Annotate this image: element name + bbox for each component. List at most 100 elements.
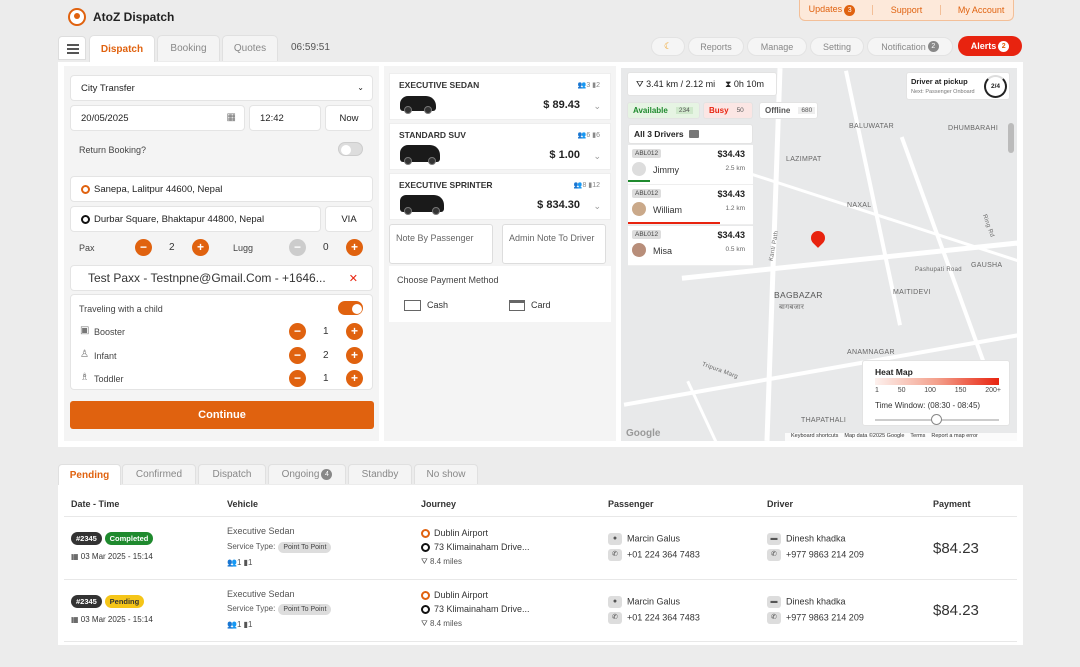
infant-label: Infant bbox=[94, 351, 117, 361]
pax-plus-button[interactable]: + bbox=[192, 239, 209, 256]
menu-button[interactable] bbox=[58, 36, 86, 60]
now-button[interactable]: Now bbox=[325, 105, 373, 131]
filter-icon[interactable] bbox=[688, 130, 699, 138]
phone-icon: ✆ bbox=[767, 549, 781, 561]
toddler-icon: ♗ bbox=[80, 372, 89, 383]
toddler-value: 1 bbox=[323, 373, 329, 384]
cash-option[interactable]: Cash bbox=[404, 300, 448, 312]
booster-plus-button[interactable]: + bbox=[346, 323, 363, 340]
transfer-type-select[interactable]: City Transfer ⌄ bbox=[70, 75, 373, 101]
lugg-plus-button[interactable]: + bbox=[346, 239, 363, 256]
tab-no-show[interactable]: No show bbox=[414, 464, 478, 484]
booster-minus-button[interactable]: − bbox=[289, 323, 306, 340]
date-field[interactable]: 20/05/2025 ▦ bbox=[70, 105, 245, 131]
vehicle-price: $ 1.00 bbox=[549, 149, 580, 161]
heatmap-legend: Heat Map 1 50 100 150 200+ Time Window: (08:… bbox=[862, 360, 1010, 426]
tab-quotes[interactable]: Quotes bbox=[222, 35, 278, 61]
offline-filter[interactable]: Offline 680 bbox=[759, 102, 818, 119]
keyboard-shortcuts-link[interactable]: Keyboard shortcuts bbox=[791, 433, 838, 441]
table-row[interactable] bbox=[58, 517, 1023, 579]
vehicle-card-sprinter[interactable]: EXECUTIVE SPRINTER 👥8 ▮12 $ 834.30 ⌄ bbox=[389, 173, 611, 220]
return-booking-label: Return Booking? bbox=[79, 145, 147, 155]
top-links: Updates 3 Support My Account bbox=[799, 0, 1014, 21]
row-driver: ▬ Dinesh khadka bbox=[767, 596, 846, 608]
support-link[interactable]: Support bbox=[891, 5, 923, 15]
updates-link[interactable]: Updates 3 bbox=[809, 4, 856, 16]
phone-icon: ✆ bbox=[608, 549, 622, 561]
manage-button[interactable]: Manage bbox=[747, 37, 807, 56]
app-title: AtoZ Dispatch bbox=[93, 10, 175, 24]
toddler-minus-button[interactable]: − bbox=[289, 370, 306, 387]
map-scrollbar[interactable] bbox=[1008, 123, 1014, 153]
clock: 06:59:51 bbox=[291, 42, 330, 53]
tab-standby[interactable]: Standby bbox=[348, 464, 412, 484]
return-booking-toggle[interactable] bbox=[338, 142, 363, 156]
table-row[interactable] bbox=[58, 580, 1023, 642]
google-logo: Google bbox=[626, 428, 661, 439]
pickup-dot-icon bbox=[421, 591, 430, 601]
time-slider-handle[interactable] bbox=[931, 414, 942, 425]
status-badge: Pending bbox=[104, 595, 145, 608]
driver-item[interactable]: ABL012 Misa $34.43 0.5 km bbox=[628, 226, 753, 266]
my-account-link[interactable]: My Account bbox=[958, 5, 1005, 15]
pax-value: 2 bbox=[169, 242, 175, 253]
tab-dispatch-list[interactable]: Dispatch bbox=[198, 464, 266, 484]
infant-plus-button[interactable]: + bbox=[346, 347, 363, 364]
row-date: ▦ 03 Mar 2025 - 15:14 bbox=[71, 615, 153, 624]
passenger-field[interactable]: Test Paxx - Testnpne@Gmail.Com - +1646..… bbox=[70, 265, 373, 291]
row-passenger-phone[interactable]: ✆ +01 224 364 7483 bbox=[608, 612, 700, 624]
report-link[interactable]: Report a map error bbox=[931, 433, 977, 441]
infant-minus-button[interactable]: − bbox=[289, 347, 306, 364]
vehicle-card-sedan[interactable]: EXECUTIVE SEDAN 👥3 ▮2 $ 89.43 ⌄ bbox=[389, 73, 611, 120]
alerts-badge: 2 bbox=[998, 40, 1010, 52]
tab-booking[interactable]: Booking bbox=[157, 35, 220, 61]
vehicle-price: $ 834.30 bbox=[537, 199, 580, 211]
route-summary: ⛛ 3.41 km / 2.12 mi ⧗ 0h 10m bbox=[627, 72, 777, 96]
pax-minus-button[interactable]: − bbox=[135, 239, 152, 256]
map-pin-icon[interactable] bbox=[808, 228, 828, 248]
sedan-icon bbox=[400, 96, 436, 114]
row-passenger-phone[interactable]: ✆ +01 224 364 7483 bbox=[608, 549, 700, 561]
driver-status-card: Driver at pickup Next: Passenger Onboard… bbox=[906, 72, 1010, 100]
tab-pending[interactable]: Pending bbox=[58, 464, 121, 485]
chevron-down-icon[interactable]: ⌄ bbox=[593, 201, 601, 212]
continue-button[interactable]: Continue bbox=[70, 401, 374, 429]
reports-button[interactable]: Reports bbox=[688, 37, 744, 56]
passenger-note-field[interactable]: Note By Passenger bbox=[389, 224, 493, 264]
card-option[interactable]: Card bbox=[509, 300, 551, 312]
row-to: 73 Klimainaham Drive... bbox=[421, 604, 530, 615]
admin-note-field[interactable]: Admin Note To Driver bbox=[502, 224, 606, 264]
tab-ongoing[interactable]: Ongoing 4 bbox=[268, 464, 346, 484]
vehicle-name: EXECUTIVE SPRINTER bbox=[399, 180, 493, 190]
row-driver-phone[interactable]: ✆ +977 9863 214 209 bbox=[767, 612, 864, 624]
notification-button[interactable]: Notification 2 bbox=[867, 37, 953, 56]
driver-item[interactable]: ABL012 Jimmy $34.43 2.5 km bbox=[628, 145, 753, 185]
available-filter[interactable]: Available 234 bbox=[627, 102, 700, 119]
chevron-down-icon[interactable]: ⌄ bbox=[593, 151, 601, 162]
calendar-icon: ▦ bbox=[226, 112, 236, 123]
busy-filter[interactable]: Busy 50 bbox=[703, 102, 753, 119]
drivers-header: All 3 Drivers bbox=[628, 124, 753, 144]
chevron-down-icon[interactable]: ⌄ bbox=[593, 101, 601, 112]
row-driver-phone[interactable]: ✆ +977 9863 214 209 bbox=[767, 549, 864, 561]
terms-link[interactable]: Terms bbox=[910, 433, 925, 441]
lugg-minus-button[interactable]: − bbox=[289, 239, 306, 256]
setting-button[interactable]: Setting bbox=[810, 37, 864, 56]
car-icon: ▬ bbox=[767, 596, 781, 608]
via-button[interactable]: VIA bbox=[325, 206, 373, 232]
driver-item[interactable]: ABL012 William $34.43 1.2 km bbox=[628, 185, 753, 225]
logo-icon bbox=[68, 8, 86, 26]
pickup-field[interactable]: Sanepa, Lalitpur 44600, Nepal bbox=[70, 176, 373, 202]
tab-confirmed[interactable]: Confirmed bbox=[122, 464, 196, 484]
time-field[interactable]: 12:42 bbox=[249, 105, 321, 131]
child-toggle[interactable] bbox=[338, 301, 363, 315]
dropoff-field[interactable]: Durbar Square, Bhaktapur 44800, Nepal bbox=[70, 206, 321, 232]
pax-label: Pax bbox=[79, 243, 95, 253]
avatar bbox=[632, 202, 646, 216]
tab-dispatch[interactable]: Dispatch bbox=[89, 35, 155, 62]
alerts-button[interactable]: Alerts 2 bbox=[958, 36, 1022, 56]
theme-toggle-icon[interactable]: ☾ bbox=[651, 37, 685, 56]
toddler-plus-button[interactable]: + bbox=[346, 370, 363, 387]
clear-icon[interactable]: ✕ bbox=[349, 272, 358, 285]
vehicle-card-suv[interactable]: STANDARD SUV 👥6 ▮6 $ 1.00 ⌄ bbox=[389, 123, 611, 170]
